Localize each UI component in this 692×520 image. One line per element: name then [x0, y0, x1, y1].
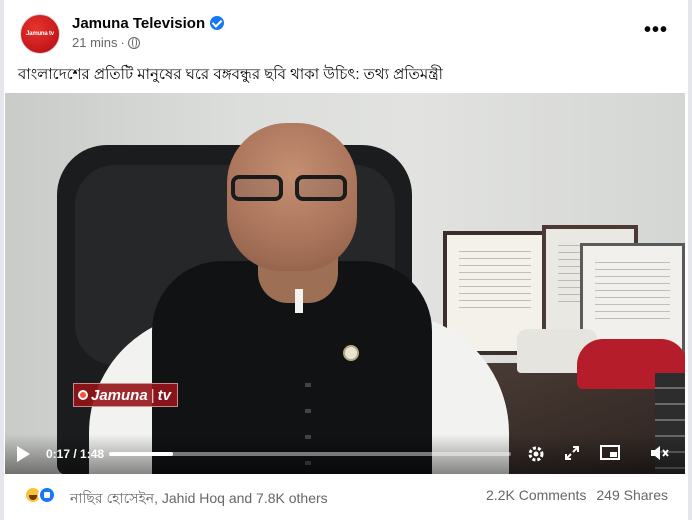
mute-icon[interactable]: [649, 444, 671, 466]
post-footer: নাছির হোসেইন, Jahid Hoq and 7.8K others …: [18, 484, 674, 508]
lapel-pin: [343, 345, 359, 361]
video-player[interactable]: Jamuna | tv 0:17 / 1:48: [5, 93, 685, 474]
comments-count[interactable]: 2.2K Comments: [486, 487, 586, 503]
post-time[interactable]: 21 mins: [72, 35, 118, 50]
picture-in-picture-icon[interactable]: [599, 444, 621, 466]
gear-icon[interactable]: [525, 444, 547, 466]
like-reaction-icon: [38, 486, 56, 504]
post-stats: 2.2K Comments 249 Shares: [486, 487, 668, 503]
watermark-text: Jamuna: [91, 386, 148, 404]
post-header: Jamuna tv Jamuna Television 21 mins · ••…: [18, 12, 674, 56]
watermark-divider: |: [150, 386, 155, 404]
post-card: Jamuna tv Jamuna Television 21 mins · ••…: [4, 0, 688, 520]
reactions-summary[interactable]: নাছির হোসেইন, Jahid Hoq and 7.8K others: [70, 487, 328, 511]
channel-logo-icon: [78, 390, 88, 400]
expand-icon[interactable]: [561, 444, 583, 466]
page-avatar[interactable]: Jamuna tv: [20, 14, 60, 54]
shares-count[interactable]: 249 Shares: [596, 487, 668, 503]
speaker-glasses: [231, 175, 351, 205]
verified-badge-icon: [210, 16, 225, 30]
meta-separator: ·: [120, 35, 125, 50]
avatar-text: Jamuna tv: [26, 31, 54, 37]
page-name[interactable]: Jamuna Television: [72, 15, 205, 32]
post-meta: 21 mins ·: [72, 35, 140, 50]
post-caption: বাংলাদেশের প্রতিটি মানুষের ঘরে বঙ্গবন্ধু…: [18, 66, 443, 83]
play-icon[interactable]: [17, 446, 30, 462]
globe-icon[interactable]: [127, 36, 140, 49]
progress-track[interactable]: [109, 452, 511, 456]
speaker-collar: [295, 289, 303, 313]
video-time: 0:17 / 1:48: [46, 447, 105, 461]
progress-fill: [109, 452, 174, 456]
channel-watermark: Jamuna | tv: [73, 383, 178, 407]
more-options-button[interactable]: •••: [644, 20, 668, 40]
watermark-suffix: tv: [157, 386, 171, 404]
reaction-icons[interactable]: [24, 486, 60, 504]
video-controls: 0:17 / 1:48: [5, 434, 685, 474]
page-name-link[interactable]: Jamuna Television: [72, 14, 225, 32]
